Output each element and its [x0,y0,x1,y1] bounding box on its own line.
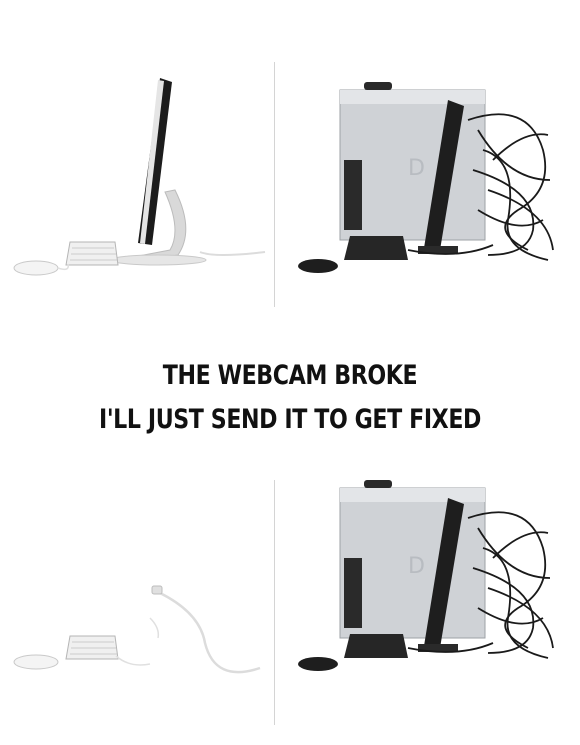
webcam [364,480,392,488]
mouse [13,260,59,276]
panel-empty-desk [0,478,270,728]
cable-plug [151,585,163,595]
panel-dell-top: D [278,60,558,310]
dell-illustration: D [298,82,554,273]
dell-logo: D [408,554,425,579]
caption-line-1: THE WEBCAM BROKE [162,360,418,391]
panel-dell-bottom: D [278,478,558,728]
imac-cable [199,251,266,256]
imac-base [109,254,207,266]
top-panel-divider [274,62,275,307]
dell-keyboard [344,634,408,658]
keyboard-alone [65,635,119,660]
dell-keyboard [344,236,408,260]
dell-logo: D [408,156,425,181]
panel-imac [0,60,270,310]
webcam [364,82,392,90]
mouse-alone [13,654,59,670]
caption-line-2: I'LL JUST SEND IT TO GET FIXED [98,404,482,435]
meme-page: { "caption": { "line1": "THE WEBCAM BROK… [0,0,580,745]
bottom-panel-divider [274,480,275,725]
dangling-cable [159,591,261,674]
dell-mouse [298,657,338,671]
keyboard [65,241,119,266]
dell-drive-bay [344,558,362,628]
dell-mouse [298,259,338,273]
empty-desk-illustration [13,585,261,674]
dell-illustration-repeat: D [298,480,554,671]
imac-illustration [13,78,266,276]
dell-drive-bay [344,160,362,230]
